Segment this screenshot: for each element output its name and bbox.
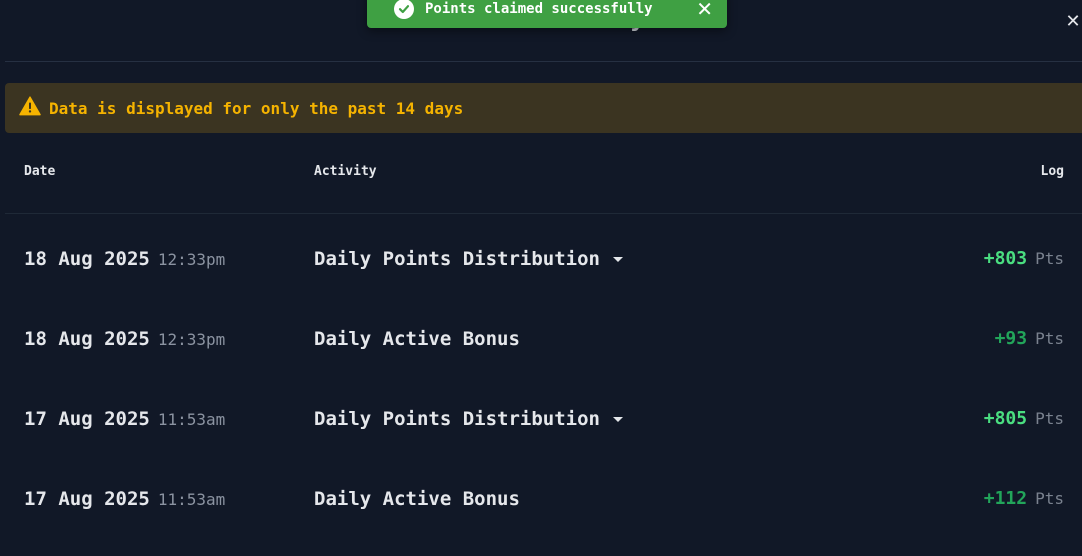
row-date-cell: 17 Aug 2025 11:53am — [24, 479, 225, 520]
row-time: 12:33pm — [157, 330, 226, 349]
row-date: 17 Aug 2025 — [24, 408, 150, 430]
toast-close-button[interactable]: ✕ — [696, 0, 713, 19]
row-activity: Daily Active Bonus — [314, 488, 520, 510]
success-toast: Points claimed successfully ✕ — [367, 0, 727, 28]
row-activity-cell: Daily Points Distribution — [314, 399, 623, 439]
row-activity: Daily Points Distribution — [314, 408, 600, 430]
column-header-date: Date — [24, 164, 56, 179]
row-log-cell: +805 Pts — [984, 399, 1064, 439]
table-row: 18 Aug 2025 12:33pm Daily Active Bonus +9… — [0, 319, 1082, 359]
row-time: 11:53am — [157, 490, 226, 509]
row-points-value: +112 — [983, 488, 1028, 509]
caret-down-icon[interactable] — [612, 256, 623, 262]
toast-message: Points claimed successfully — [425, 1, 653, 17]
row-time: 12:33pm — [157, 250, 226, 269]
row-activity: Daily Active Bonus — [314, 328, 520, 350]
check-circle-icon — [394, 0, 414, 19]
notice-text: Data is displayed for only the past 14 d… — [49, 98, 464, 118]
close-icon: ✕ — [1065, 10, 1081, 32]
row-activity-cell: Daily Active Bonus — [314, 319, 520, 359]
row-points-unit: Pts — [1035, 409, 1064, 428]
row-points-unit: Pts — [1035, 249, 1064, 268]
row-date-cell: 18 Aug 2025 12:33pm — [24, 319, 225, 360]
points-history-modal: Points History ✕ Points claimed successf… — [0, 0, 1082, 556]
warning-triangle-icon — [19, 96, 41, 120]
row-activity-cell: Daily Active Bonus — [314, 479, 520, 519]
table-row: 17 Aug 2025 11:53am Daily Active Bonus +1… — [0, 479, 1082, 519]
row-date: 17 Aug 2025 — [24, 488, 150, 510]
row-date: 18 Aug 2025 — [24, 248, 150, 270]
close-icon: ✕ — [696, 0, 713, 21]
row-date-cell: 18 Aug 2025 12:33pm — [24, 239, 225, 280]
row-points-value: +805 — [983, 408, 1028, 429]
row-log-cell: +112 Pts — [984, 479, 1064, 519]
row-activity-cell: Daily Points Distribution — [314, 239, 623, 279]
table-row[interactable]: 17 Aug 2025 11:53am Daily Points Distribu… — [0, 399, 1082, 439]
row-points-value: +803 — [983, 248, 1028, 269]
table-header-divider — [5, 213, 1082, 214]
table-row[interactable]: 18 Aug 2025 12:33pm Daily Points Distribu… — [0, 239, 1082, 279]
column-header-log: Log — [1040, 164, 1064, 179]
column-header-activity: Activity — [314, 164, 377, 179]
row-points-value: +93 — [994, 328, 1028, 349]
retention-notice: Data is displayed for only the past 14 d… — [5, 83, 1082, 133]
row-time: 11:53am — [157, 410, 226, 429]
row-date-cell: 17 Aug 2025 11:53am — [24, 399, 225, 440]
row-date: 18 Aug 2025 — [24, 328, 150, 350]
table-header: Date Activity Log — [0, 164, 1082, 182]
header-divider — [5, 61, 1082, 62]
row-points-unit: Pts — [1035, 489, 1064, 508]
caret-down-icon[interactable] — [612, 416, 623, 422]
row-log-cell: +93 Pts — [995, 319, 1064, 359]
row-points-unit: Pts — [1035, 329, 1064, 348]
row-activity: Daily Points Distribution — [314, 248, 600, 270]
modal-close-button[interactable]: ✕ — [1062, 10, 1082, 32]
row-log-cell: +803 Pts — [984, 239, 1064, 279]
